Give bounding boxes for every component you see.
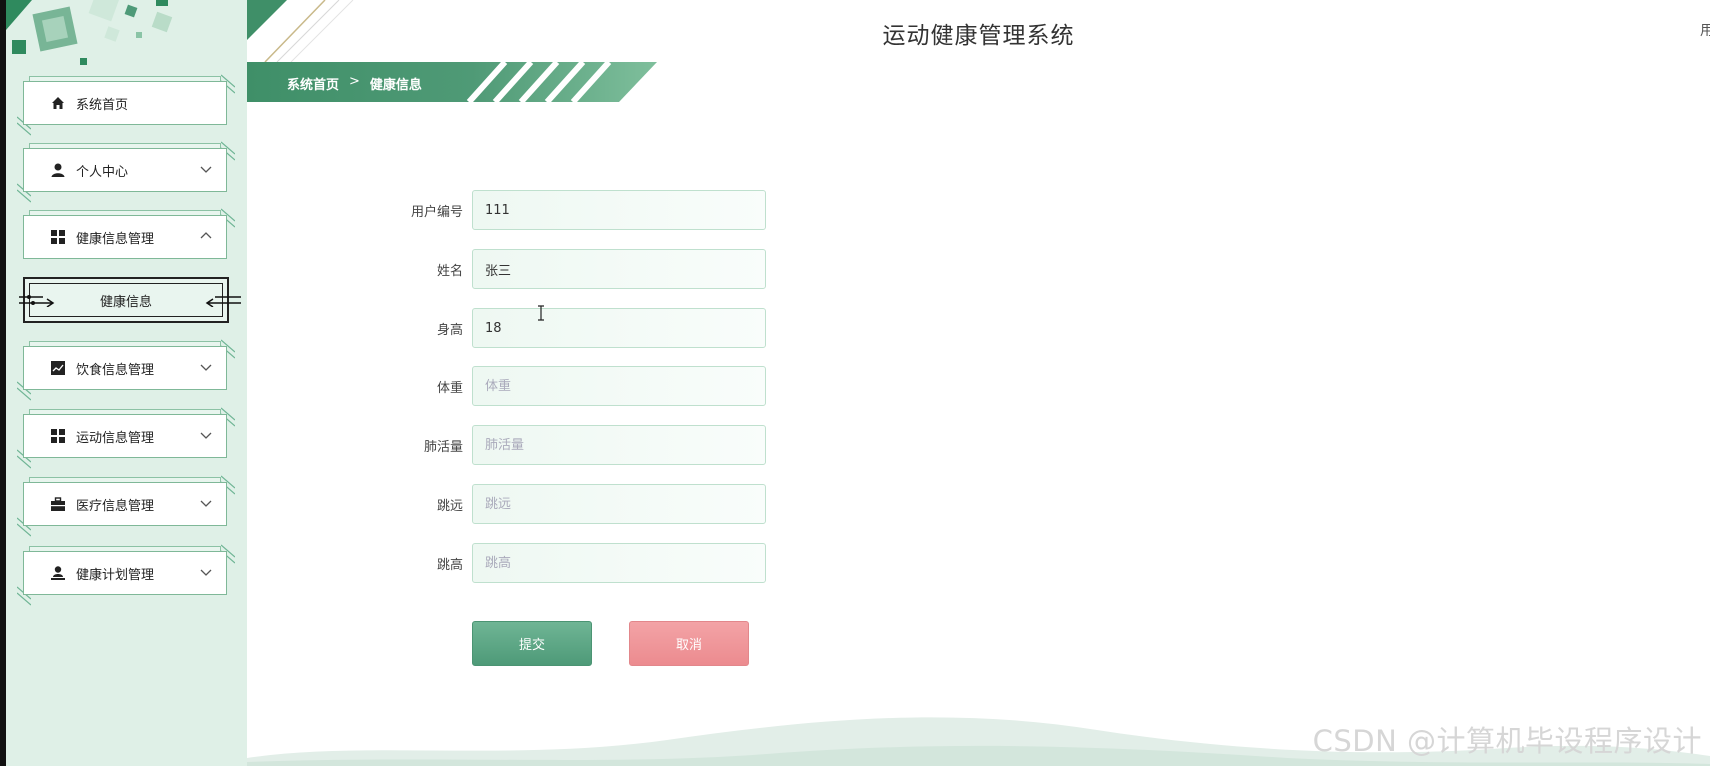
sidebar-item-label: 医疗信息管理	[76, 498, 155, 514]
field-label: 用户编号	[410, 205, 463, 220]
user-icon	[51, 163, 65, 177]
lung-capacity-field[interactable]	[472, 425, 766, 465]
field-label: 体重	[436, 381, 463, 396]
form-row-user-id: 用户编号	[380, 190, 780, 230]
grid-icon	[51, 429, 65, 443]
home-icon	[52, 97, 64, 109]
breadcrumb-home-link[interactable]: 系统首页	[287, 74, 339, 93]
form-row-weight: 体重	[380, 366, 780, 406]
sidebar: 系统首页 个人中心 健康信息管理 健康信息 饮食信息管理 运动信息管理 医疗信息…	[6, 0, 247, 766]
breadcrumb: 系统首页 > 健康信息	[287, 74, 422, 93]
sidebar-item-label: 健康信息管理	[76, 231, 155, 247]
sidebar-item-label: 运动信息管理	[76, 430, 155, 446]
name-field[interactable]	[472, 249, 766, 289]
sidebar-item-health-info-management[interactable]: 健康信息管理	[23, 208, 235, 261]
sidebar-item-medical-info-management[interactable]: 医疗信息管理	[17, 475, 235, 537]
sidebar-item-button[interactable]: 饮食信息管理	[23, 346, 227, 390]
sidebar-item-button[interactable]: 个人中心	[23, 148, 227, 192]
sidebar-item-button[interactable]: 健康信息管理	[23, 215, 227, 259]
sidebar-item-button[interactable]: 健康计划管理	[23, 551, 227, 595]
sidebar-subitem-label: 健康信息	[29, 283, 223, 317]
breadcrumb-separator: >	[349, 74, 360, 89]
sidebar-item-button[interactable]: 医疗信息管理	[23, 482, 227, 526]
watermark: CSDN @计算机毕设程序设计	[1312, 724, 1702, 758]
chart-icon	[51, 361, 65, 375]
sidebar-item-button[interactable]: 系统首页	[23, 81, 227, 125]
form-row-high-jump: 跳高	[380, 543, 780, 583]
cancel-button[interactable]: 取消	[629, 621, 749, 666]
breadcrumb-current: 健康信息	[369, 78, 422, 93]
arrow-left-icon	[205, 296, 241, 307]
app-title: 运动健康管理系统	[882, 23, 1075, 49]
chevron-down-icon[interactable]	[200, 429, 212, 441]
sidebar-item-label: 个人中心	[76, 164, 129, 180]
sidebar-item-health-plan-management[interactable]: 健康计划管理	[17, 544, 235, 606]
sidebar-item-button[interactable]: 运动信息管理	[23, 414, 227, 458]
form-row-height: 身高	[380, 308, 780, 348]
sidebar-item-sport-info-management[interactable]: 运动信息管理	[17, 407, 235, 469]
form-row-name: 姓名	[380, 249, 780, 289]
form-row-long-jump: 跳远	[380, 484, 780, 524]
chevron-down-icon[interactable]	[200, 361, 212, 373]
field-label: 跳高	[436, 558, 463, 573]
field-label: 身高	[436, 323, 463, 338]
chevron-down-icon[interactable]	[200, 497, 212, 509]
grid-icon	[51, 230, 65, 244]
sidebar-item-label: 健康计划管理	[76, 567, 155, 583]
arrow-right-icon	[19, 295, 55, 307]
sidebar-item-label: 饮食信息管理	[76, 362, 155, 378]
chevron-down-icon[interactable]	[200, 566, 212, 578]
field-label: 姓名	[436, 264, 463, 279]
sidebar-subitem-health-info[interactable]: 健康信息	[19, 277, 241, 323]
user-stamp-icon	[51, 566, 65, 580]
chevron-up-icon[interactable]	[200, 230, 212, 242]
sidebar-item-label: 系统首页	[76, 97, 129, 113]
briefcase-icon	[51, 497, 65, 511]
user-id-field[interactable]	[472, 190, 766, 230]
weight-field[interactable]	[472, 366, 766, 406]
field-label: 肺活量	[423, 440, 463, 455]
text-cursor-icon	[538, 305, 544, 321]
form-row-lung-capacity: 肺活量	[380, 425, 780, 465]
chevron-down-icon[interactable]	[200, 163, 212, 175]
submit-button[interactable]: 提交	[472, 621, 592, 666]
field-label: 跳远	[436, 499, 463, 514]
high-jump-field[interactable]	[472, 543, 766, 583]
sidebar-item-home[interactable]: 系统首页	[17, 74, 235, 136]
header-user-menu[interactable]: 用	[1700, 20, 1710, 40]
height-field[interactable]	[472, 308, 766, 348]
sidebar-item-diet-info-management[interactable]: 饮食信息管理	[17, 339, 235, 401]
long-jump-field[interactable]	[472, 484, 766, 524]
sidebar-item-personal-center[interactable]: 个人中心	[17, 141, 235, 203]
